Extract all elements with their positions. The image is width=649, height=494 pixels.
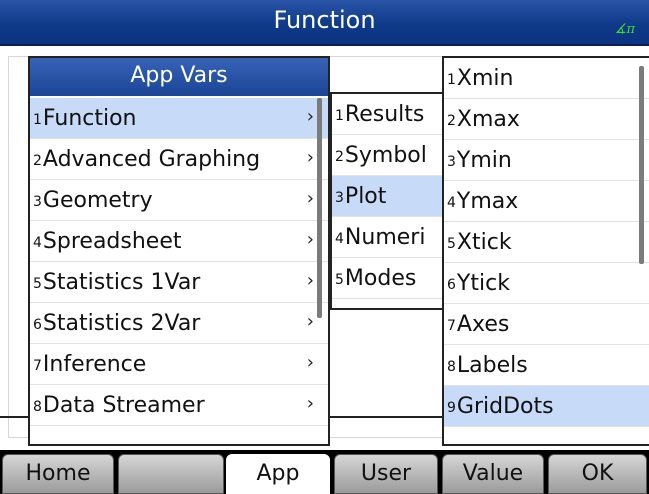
menu-item[interactable]: 8Labels: [444, 345, 649, 386]
item-label: Labels: [456, 353, 528, 378]
menu-item[interactable]: 3Ymin: [444, 140, 649, 181]
item-number: 9: [447, 400, 456, 416]
item-label: Modes: [344, 266, 417, 291]
item-label: Axes: [456, 312, 510, 337]
menu-item[interactable]: 2Symbol: [332, 135, 444, 176]
item-number: 5: [447, 236, 456, 252]
plot-vars-scrollbar[interactable]: [639, 66, 644, 264]
chevron-right-icon: ›: [306, 229, 314, 250]
menu-item[interactable]: 1Results: [332, 94, 444, 135]
menu-item[interactable]: 5Modes: [332, 258, 444, 299]
menu-item[interactable]: 3Geometry ›: [30, 180, 328, 221]
item-number: 4: [33, 235, 42, 251]
chevron-right-icon: ›: [306, 311, 314, 332]
function-submenu: 1Results 2Symbol 3Plot 4Numeri 5Modes: [330, 92, 446, 310]
item-number: 8: [447, 359, 456, 375]
chevron-right-icon: ›: [306, 106, 314, 127]
item-label: Statistics 2Var: [42, 311, 201, 336]
plot-vars-submenu: 1Xmin 2Xmax 3Ymin 4Ymax 5Xtick 6Ytick 7Axes 8La…: [442, 56, 649, 446]
item-label: Ymin: [456, 148, 512, 173]
item-label: Numeri: [344, 225, 426, 250]
home-softkey[interactable]: Home: [2, 454, 114, 494]
menu-item[interactable]: 4Ymax: [444, 181, 649, 222]
app-vars-scrollbar[interactable]: [317, 98, 322, 318]
app-vars-header: App Vars: [30, 58, 328, 96]
chevron-right-icon: ›: [306, 270, 314, 291]
menu-item[interactable]: 5Statistics 1Var ›: [30, 262, 328, 303]
item-number: 5: [335, 272, 344, 288]
item-label: Function: [42, 106, 137, 131]
menu-item[interactable]: 8Data Streamer ›: [30, 385, 328, 426]
item-number: 2: [33, 153, 42, 169]
menu-item[interactable]: 3Plot: [332, 176, 444, 217]
menu-item[interactable]: 9GridDots: [444, 386, 649, 427]
item-label: GridDots: [456, 394, 554, 419]
menu-item[interactable]: 2Xmax: [444, 99, 649, 140]
value-softkey[interactable]: Value: [442, 454, 544, 494]
item-label: Results: [344, 102, 425, 127]
menu-item[interactable]: 6Ytick: [444, 263, 649, 304]
item-label: Ymax: [456, 189, 519, 214]
menu-item[interactable]: 7Inference ›: [30, 344, 328, 385]
item-number: 1: [33, 112, 42, 128]
softkey-bar: Home App User Value OK: [0, 450, 649, 494]
item-number: 5: [33, 276, 42, 292]
app-title: Function: [273, 6, 376, 34]
item-label: Statistics 1Var: [42, 270, 201, 295]
item-number: 1: [447, 72, 456, 88]
chevron-right-icon: ›: [306, 352, 314, 373]
item-label: Xmax: [456, 107, 520, 132]
chevron-right-icon: ›: [306, 393, 314, 414]
item-label: Plot: [344, 184, 387, 209]
menu-item[interactable]: 6Statistics 2Var ›: [30, 303, 328, 344]
item-label: Advanced Graphing: [42, 147, 261, 172]
item-label: Spreadsheet: [42, 229, 182, 254]
item-label: Xmin: [456, 66, 514, 91]
item-number: 7: [33, 358, 42, 374]
app-softkey[interactable]: App: [226, 454, 330, 494]
item-label: Symbol: [344, 143, 427, 168]
menu-item[interactable]: 2Advanced Graphing ›: [30, 139, 328, 180]
blank-softkey[interactable]: [118, 454, 224, 494]
menu-item[interactable]: 5Xtick: [444, 222, 649, 263]
item-number: 4: [447, 195, 456, 211]
menu-item[interactable]: 7Axes: [444, 304, 649, 345]
item-number: 2: [335, 149, 344, 165]
item-number: 3: [335, 190, 344, 206]
item-number: 1: [335, 108, 344, 124]
menu-item[interactable]: 1Function ›: [30, 98, 328, 139]
item-number: 4: [335, 231, 344, 247]
item-label: Geometry: [42, 188, 153, 213]
item-number: 3: [447, 154, 456, 170]
menu-item[interactable]: 4Numeri: [332, 217, 444, 258]
menu-item[interactable]: 4Spreadsheet ›: [30, 221, 328, 262]
item-number: 6: [447, 277, 456, 293]
item-label: Ytick: [456, 271, 510, 296]
app-vars-menu: App Vars 1Function › 2Advanced Graphing › 3G…: [28, 56, 330, 446]
item-number: 3: [33, 194, 42, 210]
item-number: 8: [33, 399, 42, 415]
angle-mode-icon: ∡π: [614, 22, 635, 37]
chevron-right-icon: ›: [306, 188, 314, 209]
item-number: 2: [447, 113, 456, 129]
item-label: Inference: [42, 352, 147, 377]
item-number: 7: [447, 318, 456, 334]
item-label: Data Streamer: [42, 393, 205, 418]
title-bar: Function ∡π: [0, 0, 649, 46]
ok-softkey[interactable]: OK: [548, 454, 647, 494]
menu-item[interactable]: 1Xmin: [444, 58, 649, 99]
chevron-right-icon: ›: [306, 147, 314, 168]
user-softkey[interactable]: User: [334, 454, 438, 494]
item-label: Xtick: [456, 230, 512, 255]
item-number: 6: [33, 317, 42, 333]
